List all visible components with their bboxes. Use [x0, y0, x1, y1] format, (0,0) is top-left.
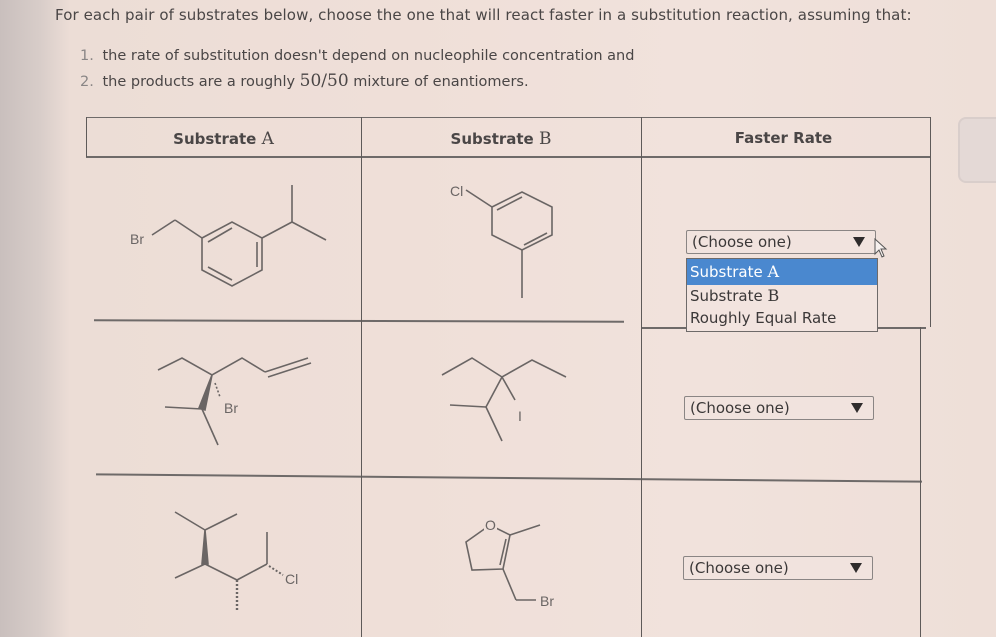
atom-label: Br [224, 400, 238, 416]
ratio-value: 50/50 [299, 71, 349, 91]
structure-row1-substrate-a: Br [120, 180, 340, 304]
faster-rate-select-row1[interactable]: (Choose one) [686, 230, 876, 254]
row-divider-1 [93, 319, 625, 323]
header-faster-rate: Faster Rate [734, 129, 833, 147]
condition-number: 2. [80, 74, 94, 90]
atom-label-oxygen: O [485, 517, 496, 533]
select-value: (Choose one) [692, 233, 792, 251]
dropdown-arrow-icon[interactable] [850, 563, 862, 573]
option-letter: B [767, 286, 780, 305]
header-substrate-b: Substrate B [361, 129, 641, 149]
header-letter: A [261, 129, 274, 149]
condition-text: the products are a roughly [102, 74, 300, 90]
option-substrate-a[interactable]: Substrate A [687, 259, 877, 285]
condition-2: 2. the products are a roughly 50/50 mixt… [80, 70, 634, 95]
atom-label: Cl [450, 183, 463, 199]
structure-row3-substrate-b: O Br [440, 505, 590, 619]
table-border-top [86, 117, 931, 118]
structure-row2-substrate-b: I [440, 355, 580, 459]
side-panel-button[interactable] [958, 117, 996, 183]
structure-row2-substrate-a: Br [150, 355, 320, 459]
option-roughly-equal-rate[interactable]: Roughly Equal Rate [687, 307, 877, 329]
header-substrate-a: Substrate A [86, 129, 361, 149]
dropdown-arrow-icon[interactable] [853, 237, 865, 247]
conditions-list: 1. the rate of substitution doesn't depe… [80, 45, 634, 95]
select-value: (Choose one) [690, 399, 790, 417]
question-prompt: For each pair of substrates below, choos… [55, 6, 912, 24]
faster-rate-select-row3[interactable]: (Choose one) [683, 556, 873, 580]
dropdown-arrow-icon[interactable] [851, 403, 863, 413]
structure-row3-substrate-a: Cl [165, 500, 325, 624]
option-substrate-b[interactable]: Substrate B [687, 285, 877, 307]
header-text: Substrate [173, 130, 262, 148]
faster-rate-select-row2[interactable]: (Choose one) [684, 396, 874, 420]
table-border-right-lower [920, 327, 921, 637]
header-letter: B [538, 129, 552, 149]
condition-number: 1. [80, 48, 94, 64]
select-value: (Choose one) [689, 559, 789, 577]
atom-label: Br [130, 231, 144, 247]
atom-label: Cl [285, 571, 298, 587]
atom-label: I [518, 408, 522, 424]
table-border-right [930, 117, 931, 327]
structure-row1-substrate-b: Cl [440, 180, 580, 314]
mouse-cursor-icon [874, 237, 890, 264]
col-divider-2 [641, 117, 642, 637]
option-letter: A [767, 262, 780, 281]
condition-1: 1. the rate of substitution doesn't depe… [80, 45, 634, 70]
dropdown-menu-row1: Substrate A Substrate B Roughly Equal Ra… [686, 258, 878, 332]
condition-text-end: mixture of enantiomers. [348, 74, 529, 90]
row-divider-2 [96, 473, 922, 483]
option-text: Substrate [690, 263, 768, 281]
option-text: Roughly Equal Rate [690, 309, 837, 327]
header-divider [86, 156, 931, 158]
option-text: Substrate [690, 287, 768, 305]
atom-label: Br [540, 593, 554, 609]
header-text: Substrate [450, 130, 539, 148]
condition-text: the rate of substitution doesn't depend … [102, 48, 635, 64]
col-divider-1 [361, 117, 362, 637]
